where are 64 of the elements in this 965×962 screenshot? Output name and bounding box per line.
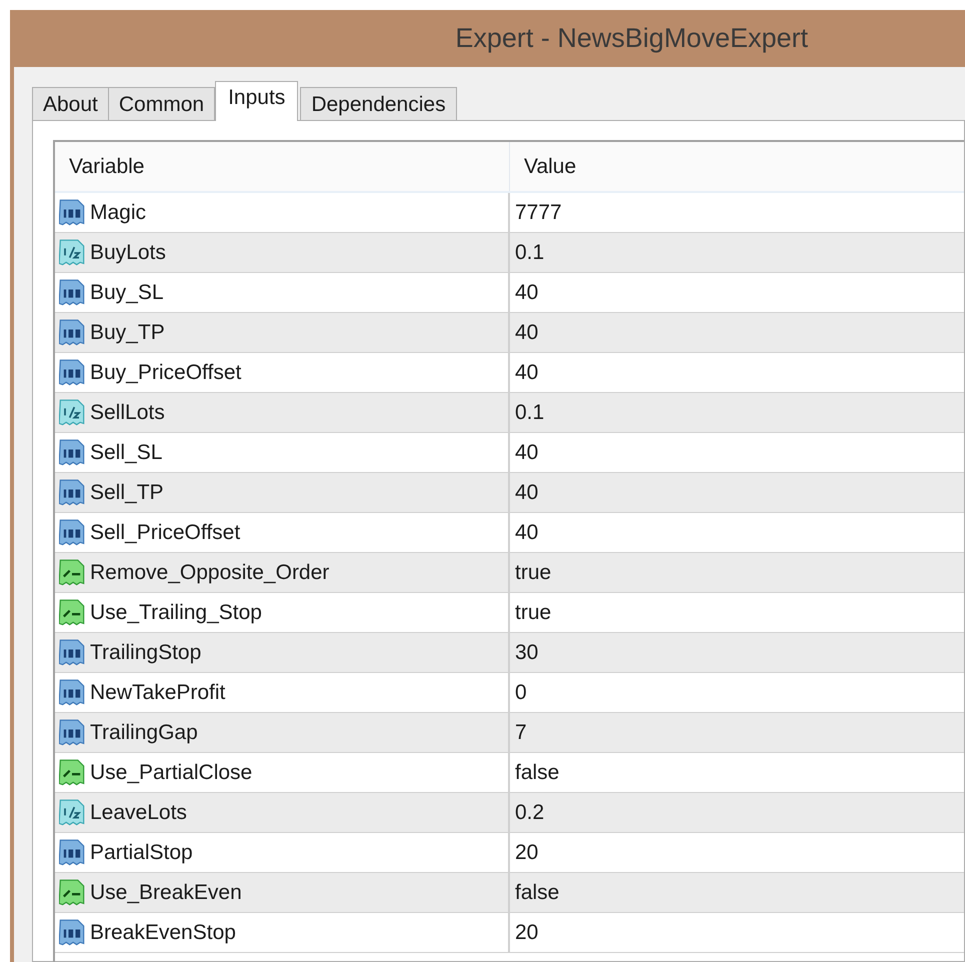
variable-value: 40 — [515, 520, 538, 544]
variable-value: 40 — [515, 480, 538, 504]
variable-name: Magic — [90, 200, 146, 224]
fraction-type-icon — [59, 238, 85, 266]
integer-type-icon — [59, 838, 85, 866]
variable-name: PartialStop — [90, 840, 193, 864]
variable-value: true — [515, 560, 552, 584]
variable-name: Use_Trailing_Stop — [90, 600, 262, 624]
integer-type-icon — [59, 718, 85, 746]
integer-type-icon — [59, 438, 85, 466]
integer-type-icon — [59, 358, 85, 386]
variable-value: false — [515, 760, 560, 784]
variable-name: Sell_PriceOffset — [90, 520, 240, 544]
variable-value: 40 — [515, 320, 538, 344]
variable-value: 40 — [515, 440, 538, 464]
variable-value: false — [515, 880, 560, 904]
variable-value: 7777 — [515, 200, 562, 224]
variable-name: TrailingStop — [90, 640, 202, 664]
integer-type-icon — [59, 478, 85, 506]
tab[interactable]: About — [32, 87, 109, 121]
variable-name: Use_PartialClose — [90, 760, 252, 784]
switch-type-icon — [59, 758, 85, 786]
integer-type-icon — [59, 318, 85, 346]
switch-type-icon — [59, 878, 85, 906]
variable-value: 0 — [515, 680, 527, 704]
tab[interactable]: Dependencies — [300, 87, 457, 121]
variable-value: 0.2 — [515, 800, 544, 824]
fraction-type-icon — [59, 798, 85, 826]
tab[interactable]: Common — [108, 87, 216, 121]
integer-type-icon — [59, 518, 85, 546]
variable-value: 40 — [515, 280, 538, 304]
variable-name: Buy_SL — [90, 280, 164, 304]
integer-type-icon — [59, 918, 85, 946]
integer-type-icon — [59, 278, 85, 306]
tab[interactable]: Inputs — [215, 81, 298, 121]
integer-type-icon — [59, 638, 85, 666]
window-title: Expert - NewsBigMoveExpert — [455, 23, 808, 54]
column-header[interactable]: Variable — [55, 142, 510, 191]
variable-name: Sell_SL — [90, 440, 162, 464]
variable-name: Remove_Opposite_Order — [90, 560, 330, 584]
variable-value: 7 — [515, 720, 527, 744]
variable-name: LeaveLots — [90, 800, 187, 824]
variable-name: NewTakeProfit — [90, 680, 226, 704]
variable-name: Use_BreakEven — [90, 880, 242, 904]
variable-value: 30 — [515, 640, 538, 664]
variable-value: 40 — [515, 360, 538, 384]
fraction-type-icon — [59, 398, 85, 426]
integer-type-icon — [59, 678, 85, 706]
variable-name: TrailingGap — [90, 720, 198, 744]
switch-type-icon — [59, 598, 85, 626]
variable-value: 0.1 — [515, 400, 544, 424]
variable-name: Sell_TP — [90, 480, 164, 504]
variable-value: 20 — [515, 920, 538, 944]
integer-type-icon — [59, 198, 85, 226]
variable-value: true — [515, 600, 552, 624]
variable-name: Buy_PriceOffset — [90, 360, 242, 384]
variable-value: 0.1 — [515, 240, 544, 264]
variable-name: BuyLots — [90, 240, 166, 264]
variable-name: BreakEvenStop — [90, 920, 236, 944]
variable-value: 20 — [515, 840, 538, 864]
variable-name: SellLots — [90, 400, 165, 424]
switch-type-icon — [59, 558, 85, 586]
variable-name: Buy_TP — [90, 320, 165, 344]
column-header[interactable]: Value — [510, 142, 576, 191]
